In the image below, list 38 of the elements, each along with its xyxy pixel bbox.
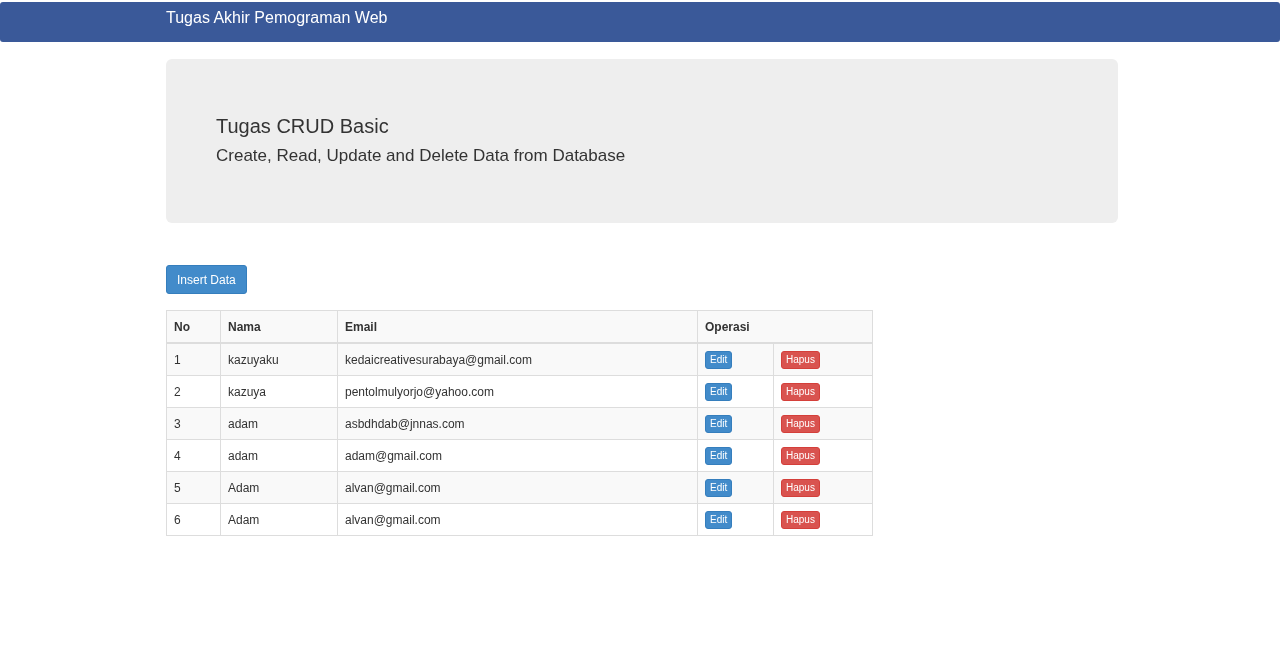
column-header: Operasi: [705, 319, 750, 334]
edit-button[interactable]: Edit: [705, 478, 733, 497]
table-cell: 3: [174, 416, 181, 431]
table-cell: adam@gmail.com: [345, 448, 442, 463]
jumbotron-title: Tugas CRUD Basic: [216, 115, 390, 138]
table-cell: adam: [228, 448, 259, 463]
table-cell: Adam: [228, 512, 260, 527]
delete-button[interactable]: Hapus: [781, 350, 820, 369]
edit-button[interactable]: Edit: [705, 382, 733, 401]
table-cell: 1: [174, 352, 181, 367]
table-cell: 6: [174, 512, 181, 527]
table-cell: alvan@gmail.com: [345, 480, 441, 495]
delete-button[interactable]: Hapus: [781, 446, 820, 465]
table-cell: Adam: [228, 480, 260, 495]
table-cell: alvan@gmail.com: [345, 512, 441, 527]
delete-button[interactable]: Hapus: [781, 414, 820, 433]
insert-data-button[interactable]: Insert Data: [166, 265, 247, 294]
table-cell: adam: [228, 416, 259, 431]
delete-button[interactable]: Hapus: [781, 510, 820, 529]
delete-button[interactable]: Hapus: [781, 478, 820, 497]
column-header: Nama: [228, 319, 261, 334]
delete-button[interactable]: Hapus: [781, 382, 820, 401]
table-cell: 4: [174, 448, 181, 463]
table-cell: 2: [174, 384, 181, 399]
brand-title[interactable]: Tugas Akhir Pemograman Web: [166, 9, 388, 27]
table-cell: kedaicreativesurabaya@gmail.com: [345, 352, 532, 367]
table-cell: kazuya: [228, 384, 267, 399]
table-cell: 5: [174, 480, 181, 495]
edit-button[interactable]: Edit: [705, 414, 733, 433]
table-cell: asbdhdab@jnnas.com: [345, 416, 465, 431]
column-header: Email: [345, 319, 377, 334]
table-cell: kazuyaku: [228, 352, 279, 367]
edit-button[interactable]: Edit: [705, 446, 733, 465]
edit-button[interactable]: Edit: [705, 350, 733, 369]
edit-button[interactable]: Edit: [705, 510, 733, 529]
table-cell: pentolmulyorjo@yahoo.com: [345, 384, 494, 399]
jumbotron-subtitle: Create, Read, Update and Delete Data from Database: [216, 146, 627, 166]
column-header: No: [174, 319, 190, 334]
